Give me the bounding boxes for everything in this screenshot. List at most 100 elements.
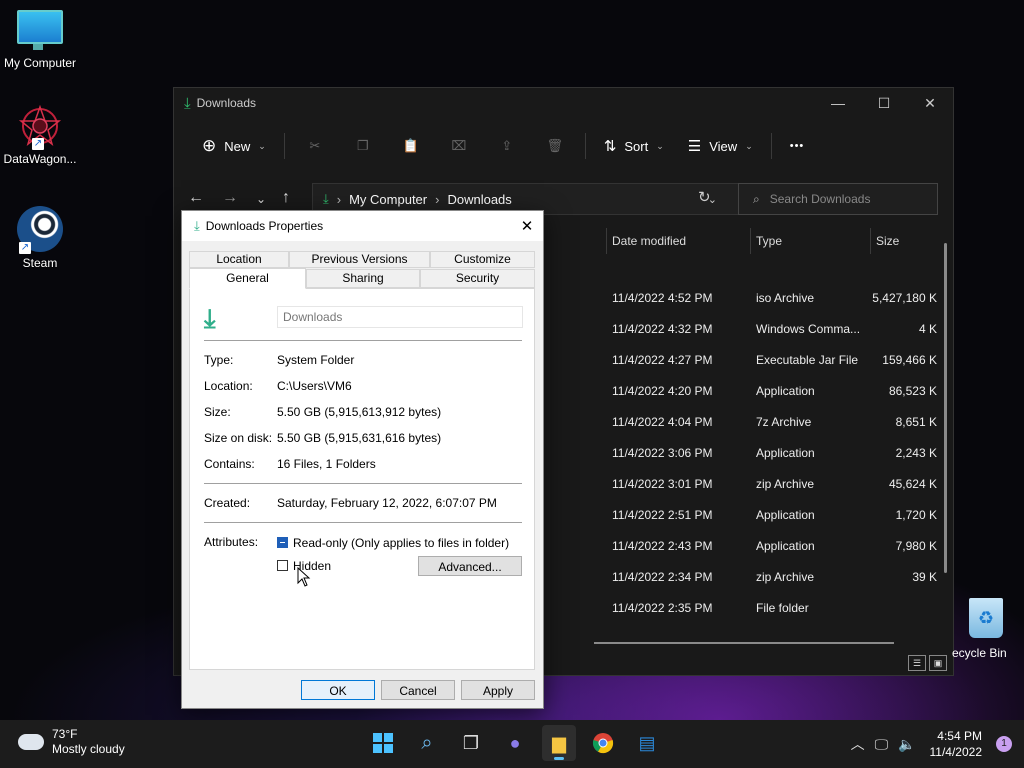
delete-button[interactable]: 🗑 — [531, 130, 579, 162]
cell-size: 45,624 K — [888, 477, 937, 491]
chevron-up-icon[interactable]: ︿ — [851, 734, 865, 754]
chat-button[interactable]: ● — [498, 725, 532, 761]
column-size[interactable]: Size — [876, 234, 899, 248]
file-explorer-taskbar-button[interactable]: ▆ — [542, 725, 576, 761]
weather-widget[interactable]: 73°F Mostly cloudy — [18, 727, 125, 757]
weather-temp: 73°F — [52, 727, 78, 741]
tab-previous-versions[interactable]: Previous Versions — [289, 251, 430, 268]
table-row[interactable]: 11/4/2022 4:52 PM iso Archive 5,427,180 K — [594, 285, 953, 316]
tiles-view-icon[interactable]: ▣ — [929, 655, 947, 671]
dialog-titlebar[interactable]: ⤓ Downloads Properties — [182, 211, 543, 241]
column-type[interactable]: Type — [756, 234, 782, 248]
table-row[interactable]: 11/4/2022 4:04 PM 7z Archive 8,651 K — [594, 409, 953, 440]
app-taskbar-button[interactable]: ▤ — [630, 725, 664, 761]
table-row[interactable]: 11/4/2022 4:27 PM Executable Jar File 159,… — [594, 347, 953, 378]
breadcrumb-downloads[interactable]: Downloads — [447, 192, 511, 207]
apply-button[interactable]: Apply — [461, 680, 535, 700]
recycle-bin-icon: ♻ — [969, 598, 1003, 638]
new-button[interactable]: ⊕ New ⌄ — [190, 130, 278, 162]
refresh-icon[interactable]: ↻ — [698, 188, 711, 206]
prop-label: Type: — [204, 353, 234, 367]
table-row[interactable]: 11/4/2022 2:43 PM Application 7,980 K — [594, 533, 953, 564]
cell-type: File folder — [756, 601, 809, 615]
download-folder-icon: ⤓ — [204, 303, 216, 333]
clock-date: 11/4/2022 — [929, 745, 983, 759]
close-icon[interactable]: ✕ — [511, 211, 543, 241]
cancel-button[interactable]: Cancel — [381, 680, 455, 700]
windows-logo-icon — [373, 733, 393, 753]
table-row[interactable]: 11/4/2022 3:06 PM Application 2,243 K — [594, 440, 953, 471]
view-button[interactable]: ☰ View ⌄ — [676, 130, 765, 162]
tab-security[interactable]: Security — [420, 269, 535, 288]
more-options-button[interactable]: ••• — [778, 130, 817, 162]
copy-button[interactable]: ❐ — [339, 130, 387, 162]
paste-button[interactable]: 📋 — [387, 130, 435, 162]
chevron-down-icon: ⌄ — [258, 140, 266, 151]
start-button[interactable] — [366, 725, 400, 761]
share-button[interactable]: ⇪ — [483, 130, 531, 162]
table-row[interactable]: 11/4/2022 4:20 PM Application 86,523 K — [594, 378, 953, 409]
table-row[interactable]: 11/4/2022 2:35 PM File folder — [594, 595, 953, 626]
cell-date: 11/4/2022 4:20 PM — [612, 384, 713, 398]
desktop-icon-steam[interactable]: ↗ Steam — [0, 206, 80, 270]
task-view-button[interactable]: ❐ — [454, 725, 488, 761]
column-date-modified[interactable]: Date modified — [612, 234, 686, 248]
rename-button[interactable]: ⌧ — [435, 130, 483, 162]
dialog-title: Downloads Properties — [205, 219, 324, 233]
network-icon[interactable]: 🖵 — [875, 736, 889, 753]
folder-name-field[interactable]: Downloads — [277, 306, 523, 328]
tab-general[interactable]: General — [189, 268, 306, 289]
cell-date: 11/4/2022 2:35 PM — [612, 601, 713, 615]
view-button-label: View — [709, 138, 738, 154]
properties-dialog[interactable]: ⤓ Downloads Properties ✕ Location Previo… — [181, 210, 544, 709]
desktop-icon-datawagon[interactable]: ↗ DataWagon... — [0, 104, 80, 166]
monitor-icon — [17, 10, 63, 50]
table-row[interactable]: 11/4/2022 4:32 PM Windows Comma... 4 K — [594, 316, 953, 347]
tab-location[interactable]: Location — [189, 251, 289, 268]
horizontal-scrollbar[interactable] — [594, 642, 894, 644]
window-title: Downloads — [196, 96, 257, 110]
notification-badge[interactable]: 1 — [996, 736, 1012, 752]
cell-size: 2,243 K — [895, 446, 937, 460]
forward-arrow-icon[interactable]: → — [222, 189, 238, 207]
readonly-checkbox[interactable] — [277, 537, 288, 548]
sort-button[interactable]: ⇅ Sort ⌄ — [592, 130, 676, 162]
up-arrow-icon[interactable]: ↑ — [282, 189, 290, 207]
advanced-button[interactable]: Advanced... — [418, 556, 522, 576]
cell-size: 5,427,180 K — [872, 291, 937, 305]
maximize-button[interactable]: ☐ — [861, 88, 907, 118]
tab-customize[interactable]: Customize — [430, 251, 535, 268]
table-row[interactable]: 11/4/2022 3:01 PM zip Archive 45,624 K — [594, 471, 953, 502]
minimize-button[interactable]: — — [815, 88, 861, 118]
readonly-label: Read-only (Only applies to files in fold… — [293, 536, 510, 550]
back-arrow-icon[interactable]: ← — [188, 189, 204, 207]
volume-icon[interactable]: 🔈 — [898, 736, 915, 753]
recent-chevron-icon[interactable]: ⌄ — [256, 192, 266, 206]
vertical-scrollbar[interactable] — [944, 243, 947, 573]
details-view-icon[interactable]: ☰ — [908, 655, 926, 671]
chat-icon: ● — [509, 732, 521, 753]
table-row[interactable]: 11/4/2022 2:34 PM zip Archive 39 K — [594, 564, 953, 595]
tab-sharing[interactable]: Sharing — [306, 269, 420, 288]
close-button[interactable]: ✕ — [907, 88, 953, 118]
cloud-icon — [18, 734, 44, 750]
hidden-checkbox[interactable] — [277, 560, 288, 571]
chrome-taskbar-button[interactable] — [586, 725, 620, 761]
desktop-icon-label: My Computer — [3, 56, 77, 70]
cell-size: 4 K — [918, 322, 937, 336]
prop-label: Size: — [204, 405, 231, 419]
cut-button[interactable]: ✂ — [291, 130, 339, 162]
taskbar-search-button[interactable]: ⌕ — [410, 725, 444, 761]
sort-arrows-icon: ⇅ — [603, 138, 617, 155]
cell-date: 11/4/2022 3:01 PM — [612, 477, 713, 491]
cell-type: Application — [756, 508, 815, 522]
clock[interactable]: 4:54 PM 11/4/2022 — [930, 728, 983, 760]
table-row[interactable]: 11/4/2022 2:51 PM Application 1,720 K — [594, 502, 953, 533]
attributes-label: Attributes: — [204, 535, 259, 549]
search-input[interactable]: ⌕ Search Downloads — [738, 183, 938, 215]
desktop-icon-label: Steam — [22, 256, 58, 270]
breadcrumb-my-computer[interactable]: My Computer — [349, 192, 427, 207]
ok-button[interactable]: OK — [301, 680, 375, 700]
desktop-icon-my-computer[interactable]: My Computer — [0, 10, 80, 70]
desktop-icon-recycle-bin[interactable]: ♻ ecycle Bin — [948, 598, 1024, 660]
